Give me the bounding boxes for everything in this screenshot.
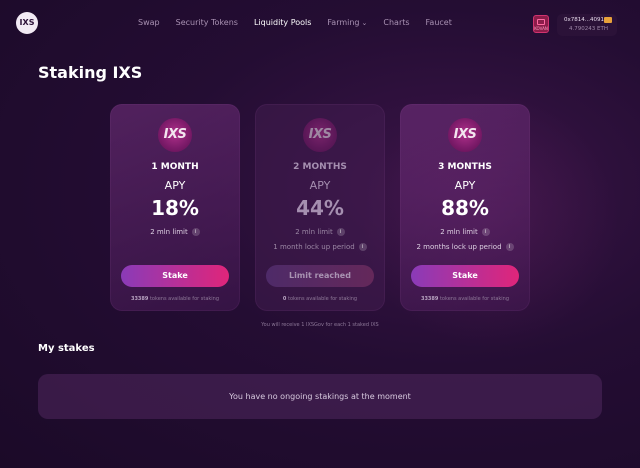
info-icon[interactable]: i	[481, 228, 490, 236]
main-nav: Swap Security Tokens Liquidity Pools Far…	[138, 18, 468, 27]
network-label: KOVAN	[534, 26, 548, 31]
nav-faucet[interactable]: Faucet	[426, 18, 452, 27]
lockup-row: 2 months lock up period i	[400, 243, 530, 251]
available-count: 33389	[420, 296, 439, 302]
available-tokens: 33389 tokens available for staking	[110, 296, 240, 302]
empty-stakes-message: You have no ongoing stakings at the mome…	[229, 392, 411, 401]
ixs-coin-icon: IXS	[303, 118, 337, 152]
wallet-balance: 4.790243 ETH	[569, 26, 608, 32]
limit-row: 2 mln limit i	[110, 228, 240, 236]
limit-text: 2 mln limit	[440, 228, 478, 236]
lockup-text: 2 months lock up period	[416, 243, 502, 251]
wallet-icon	[604, 17, 612, 23]
nav-security-tokens[interactable]: Security Tokens	[176, 18, 238, 27]
apy-value: 44%	[296, 196, 344, 220]
ixsgov-footnote: You will receive 1 IXSGov for each 1 sta…	[261, 322, 379, 328]
available-count: 0	[282, 296, 287, 302]
limit-row: 2 mln limit i	[400, 228, 530, 236]
info-icon[interactable]: i	[191, 228, 200, 236]
info-icon[interactable]: i	[336, 228, 345, 236]
period-label: 1 MONTH	[151, 162, 199, 172]
available-text: tokens available for staking	[439, 296, 510, 302]
limit-text: 2 mln limit	[150, 228, 188, 236]
period-label: 3 MONTHS	[438, 162, 492, 172]
ixs-coin-icon: IXS	[158, 118, 192, 152]
my-stakes-title: My stakes	[38, 343, 95, 354]
nav-charts[interactable]: Charts	[383, 18, 409, 27]
staking-card-2-months: IXS 2 MONTHS APY 44% 2 mln limit i 1 mont…	[255, 104, 385, 311]
stake-button[interactable]: Stake	[121, 265, 229, 287]
info-icon[interactable]: i	[505, 243, 514, 251]
lockup-row: 1 month lock up period i	[255, 243, 385, 251]
period-label: 2 MONTHS	[293, 162, 347, 172]
lockup-text: 1 month lock up period	[273, 243, 355, 251]
apy-label: APY	[454, 179, 476, 192]
wallet-button[interactable]: 0x7814...4091 4.790243 ETH	[557, 14, 617, 36]
available-tokens: 0 tokens available for staking	[255, 296, 385, 302]
stake-button[interactable]: Stake	[411, 265, 519, 287]
page-title: Staking IXS	[38, 63, 143, 82]
chevron-down-icon: ⌄	[361, 19, 368, 27]
ixs-coin-icon: IXS	[448, 118, 482, 152]
limit-text: 2 mln limit	[295, 228, 333, 236]
apy-label: APY	[309, 179, 331, 192]
staking-card-1-month: IXS 1 MONTH APY 18% 2 mln limit i Stake 3…	[110, 104, 240, 311]
available-tokens: 33389 tokens available for staking	[400, 296, 530, 302]
top-navbar: IXS Swap Security Tokens Liquidity Pools…	[0, 0, 640, 46]
nav-swap[interactable]: Swap	[138, 18, 160, 27]
info-icon[interactable]: i	[358, 243, 367, 251]
ixs-logo[interactable]: IXS	[16, 12, 38, 34]
available-text: tokens available for staking	[288, 296, 358, 302]
my-stakes-panel: You have no ongoing stakings at the mome…	[38, 374, 602, 419]
staking-card-3-months: IXS 3 MONTHS APY 88% 2 mln limit i 2 mont…	[400, 104, 530, 311]
limit-row: 2 mln limit i	[255, 228, 385, 236]
apy-value: 88%	[441, 196, 489, 220]
available-text: tokens available for staking	[149, 296, 220, 302]
monitor-icon	[537, 19, 545, 25]
available-count: 33389	[130, 296, 149, 302]
limit-reached-button[interactable]: Limit reached	[266, 265, 374, 287]
apy-value: 18%	[151, 196, 199, 220]
nav-farming[interactable]: Farming ⌄	[327, 18, 367, 27]
wallet-address: 0x7814...4091	[564, 17, 604, 23]
nav-liquidity-pools[interactable]: Liquidity Pools	[254, 18, 311, 27]
apy-label: APY	[164, 179, 186, 192]
network-badge[interactable]: KOVAN	[533, 15, 549, 33]
nav-farming-label: Farming	[327, 18, 360, 27]
